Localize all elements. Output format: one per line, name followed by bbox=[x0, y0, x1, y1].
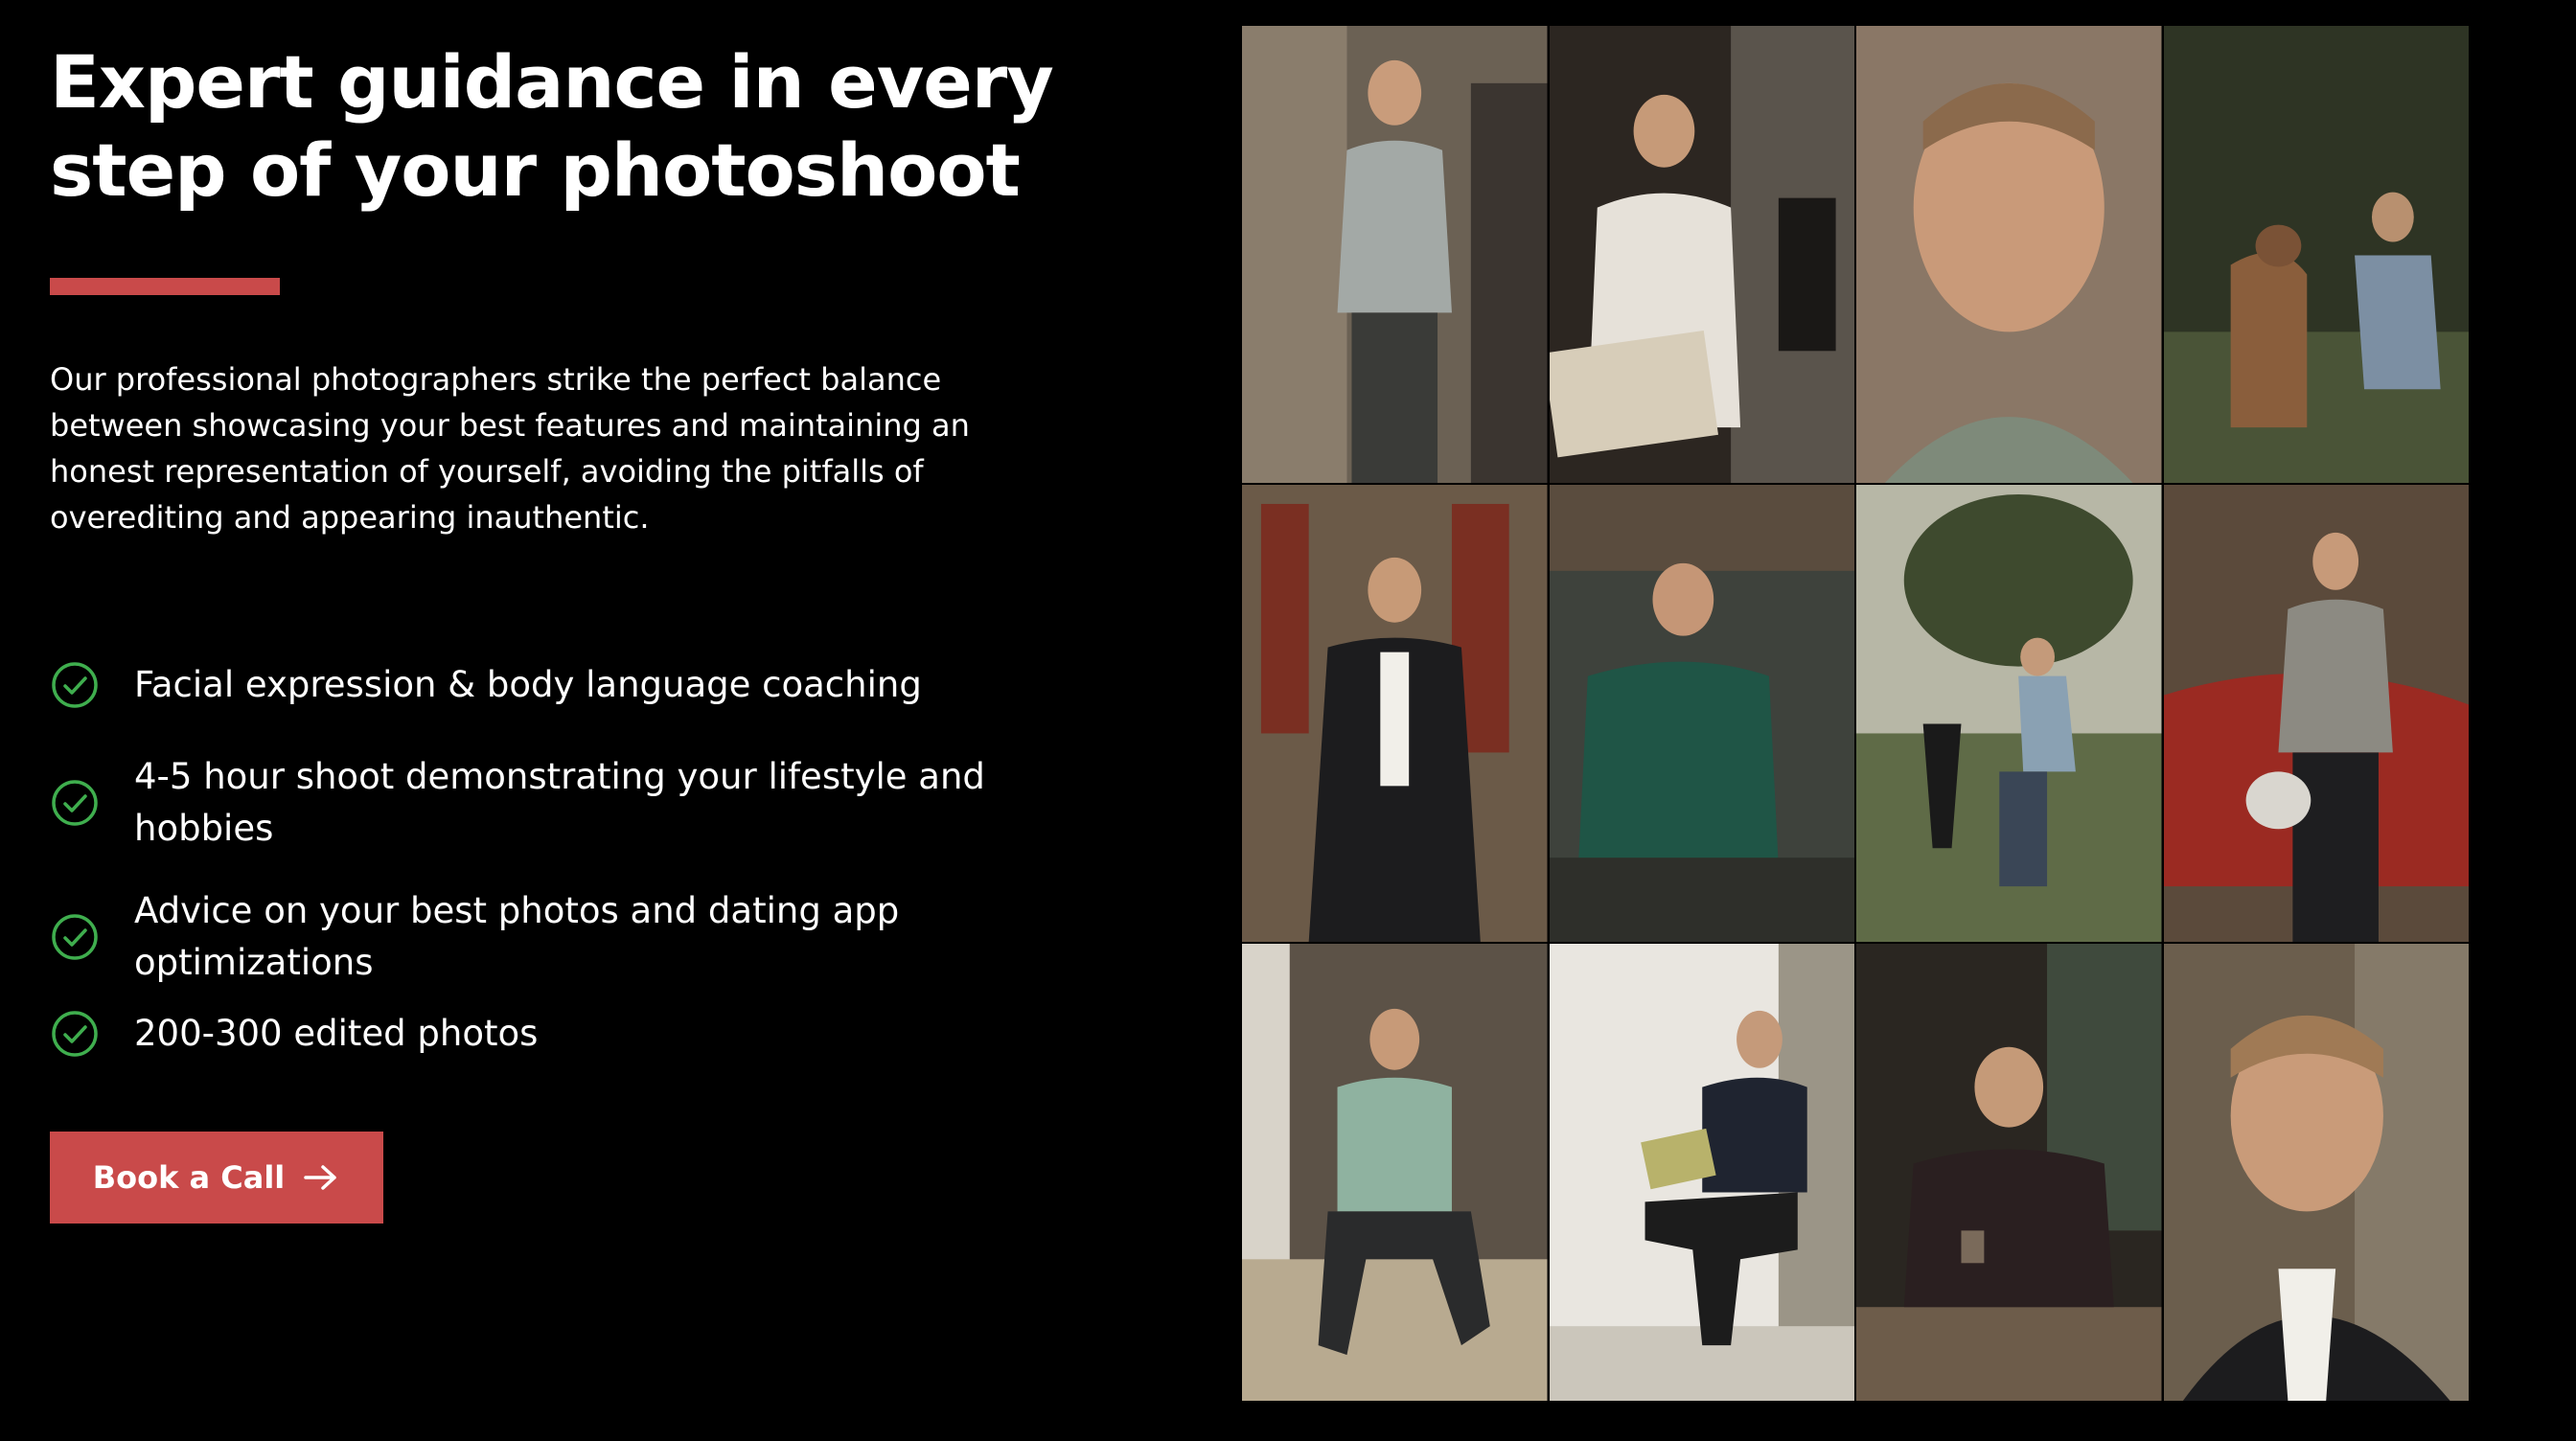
photo-tile bbox=[1856, 944, 2162, 1401]
photo-grid bbox=[1242, 26, 2469, 1401]
feature-item: Facial expression & body language coachi… bbox=[50, 659, 1046, 711]
photo-tile bbox=[1549, 485, 1854, 942]
check-circle-icon bbox=[52, 780, 98, 826]
check-circle-icon bbox=[52, 914, 98, 960]
photo-image bbox=[2163, 944, 2469, 1401]
photo-tile bbox=[2163, 26, 2469, 483]
photo-image bbox=[1549, 485, 1854, 942]
photo-image bbox=[1549, 26, 1854, 483]
photo-tile bbox=[1856, 26, 2162, 483]
photo-tile bbox=[1242, 944, 1548, 1401]
photo-image bbox=[1856, 944, 2162, 1401]
feature-item: 4-5 hour shoot demonstrating your lifest… bbox=[50, 751, 1046, 855]
photo-tile bbox=[1549, 944, 1854, 1401]
photo-image bbox=[1856, 485, 2162, 942]
photo-tile bbox=[1549, 26, 1854, 483]
content-column: Expert guidance in every step of your ph… bbox=[50, 38, 1104, 1224]
accent-divider bbox=[50, 278, 280, 295]
photo-image bbox=[2163, 485, 2469, 942]
photo-image bbox=[1856, 26, 2162, 483]
photo-tile bbox=[1856, 485, 2162, 942]
photo-tile bbox=[1242, 485, 1548, 942]
photo-image bbox=[1242, 485, 1548, 942]
feature-text: Advice on your best photos and dating ap… bbox=[134, 890, 900, 983]
book-a-call-label: Book a Call bbox=[92, 1159, 286, 1196]
feature-item: Advice on your best photos and dating ap… bbox=[50, 885, 1046, 989]
photo-image bbox=[2163, 26, 2469, 483]
photo-tile bbox=[1242, 26, 1548, 483]
feature-text: 4-5 hour shoot demonstrating your lifest… bbox=[134, 756, 985, 849]
photo-image bbox=[1549, 944, 1854, 1401]
photo-image bbox=[1242, 26, 1548, 483]
photo-tile bbox=[2163, 485, 2469, 942]
arrow-right-icon bbox=[304, 1165, 337, 1190]
intro-paragraph: Our professional photographers strike th… bbox=[50, 361, 970, 536]
feature-text: 200-300 edited photos bbox=[134, 1013, 539, 1054]
feature-text: Facial expression & body language coachi… bbox=[134, 664, 922, 705]
photo-image bbox=[1242, 944, 1548, 1401]
page-title: Expert guidance in every step of your ph… bbox=[50, 39, 1054, 213]
check-circle-icon bbox=[52, 662, 98, 708]
check-circle-icon bbox=[52, 1011, 98, 1057]
feature-item: 200-300 edited photos bbox=[50, 1008, 1046, 1060]
book-a-call-button[interactable]: Book a Call bbox=[50, 1132, 383, 1224]
photo-tile bbox=[2163, 944, 2469, 1401]
